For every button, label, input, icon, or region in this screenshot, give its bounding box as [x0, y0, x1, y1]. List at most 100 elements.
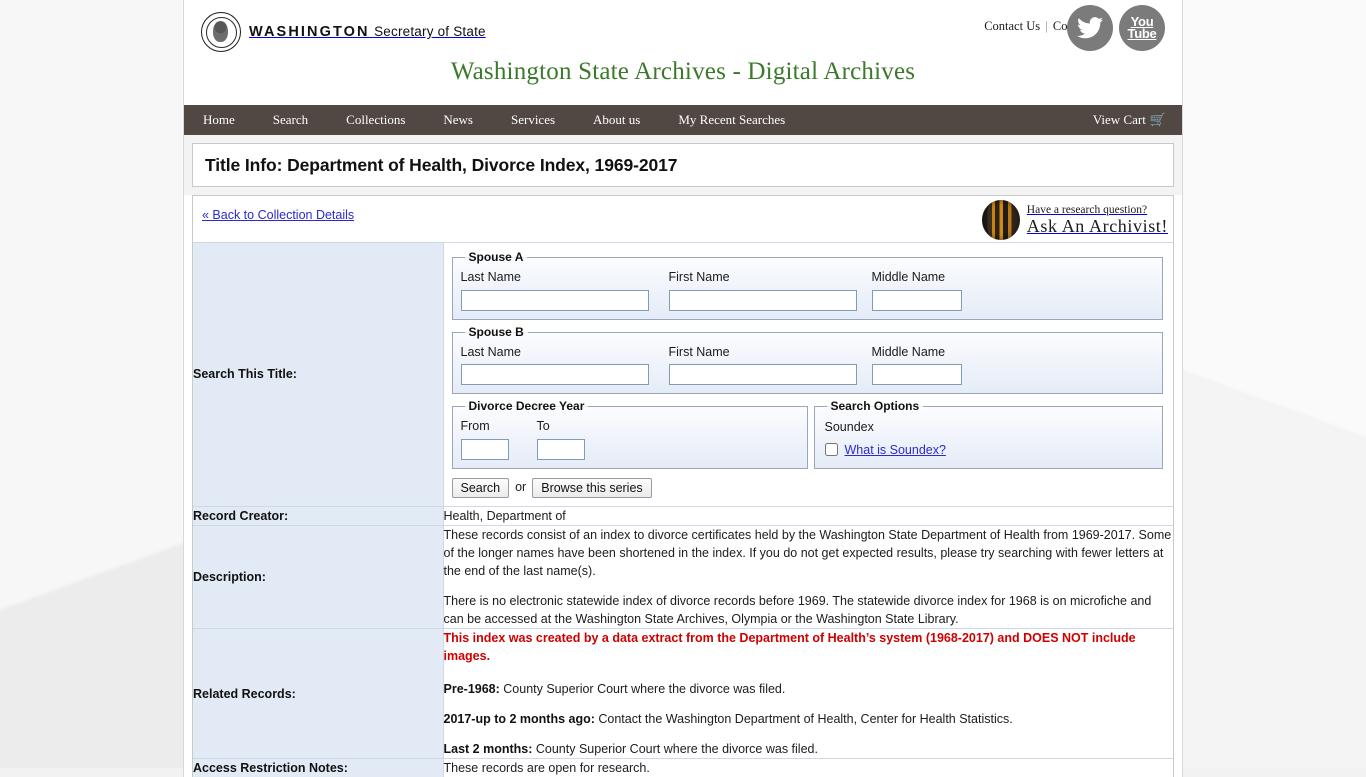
- related-records-item-1-bold: Pre-1968:: [443, 681, 500, 696]
- decree-year-to-label: To: [536, 419, 550, 434]
- description-label: Description:: [193, 524, 444, 629]
- search-options-legend: Search Options: [830, 399, 920, 414]
- related-records-item-1-text: County Superior Court where the divorce …: [499, 681, 786, 696]
- search-button-row: Search or Browse this series: [451, 477, 1164, 498]
- related-records-item-2-bold: 2017-up to 2 months ago:: [443, 711, 595, 726]
- spouse-a-legend: Spouse A: [468, 250, 524, 264]
- related-records-value: This index was created by a data extract…: [443, 628, 1174, 759]
- spouse-a-last-name-label: Last Name: [460, 270, 521, 285]
- ask-an-archivist-banner[interactable]: Have a research question? Ask An Archivi…: [981, 200, 1168, 240]
- decree-year-from-group: From: [460, 417, 529, 460]
- divorce-decree-year-legend: Divorce Decree Year: [468, 399, 585, 414]
- decree-year-from-label: From: [460, 419, 490, 434]
- content-card: « Back to Collection Details Have a rese…: [192, 195, 1174, 777]
- related-records-item-3-bold: Last 2 months:: [443, 741, 533, 756]
- spouse-b-last-name-input[interactable]: [460, 364, 649, 386]
- spouse-a-last-name-input[interactable]: [460, 289, 649, 311]
- social-links: You Tube: [1067, 5, 1165, 51]
- spouse-b-first-name-label: First Name: [668, 344, 730, 359]
- what-is-soundex-link[interactable]: What is Soundex?: [845, 441, 946, 459]
- twitter-link[interactable]: [1067, 5, 1113, 51]
- back-and-ask-row: « Back to Collection Details Have a rese…: [193, 196, 1173, 242]
- spouse-b-fields: Last Name First Name Middle Name: [460, 343, 1155, 386]
- decree-year-fields: From To: [460, 417, 799, 460]
- related-records-label: Related Records:: [193, 628, 444, 759]
- ask-an-archivist-text: Have a research question? Ask An Archivi…: [1027, 204, 1168, 236]
- spouse-b-first-name-group: First Name: [668, 343, 864, 386]
- spouse-a-first-name-input[interactable]: [668, 289, 857, 311]
- related-records-item-3-text: County Superior Court where the divorce …: [532, 741, 818, 756]
- lower-fieldset-row: Divorce Decree Year From To Search Optio…: [451, 398, 1164, 473]
- soundex-row: What is Soundex?: [824, 441, 1154, 459]
- nav-item-services[interactable]: Services: [492, 105, 574, 135]
- nav-item-my-recent-searches[interactable]: My Recent Searches: [659, 105, 804, 135]
- state-seal-icon: [201, 12, 241, 52]
- connect-separator: |: [1045, 19, 1048, 33]
- nav-item-collections[interactable]: Collections: [327, 105, 424, 135]
- search-button[interactable]: Search: [451, 477, 510, 498]
- site-header: WASHINGTON Secretary of State Contact Us…: [184, 0, 1182, 105]
- description-value: These records consist of an index to div…: [443, 524, 1173, 629]
- related-records-warning: This index was created by a data extract…: [443, 631, 1136, 664]
- spouse-a-fields: Last Name First Name Middle Name: [460, 268, 1155, 311]
- cart-icon: 🛒: [1149, 112, 1166, 127]
- record-creator-value: Health, Department of: [443, 505, 1173, 526]
- description-paragraph-2: There is no electronic statewide index o…: [443, 594, 1152, 627]
- spouse-a-fieldset: Spouse A Last Name First Name Middle Nam…: [451, 249, 1163, 320]
- page-title: Title Info: Department of Health, Divorc…: [205, 154, 678, 175]
- page-background-right: [1180, 0, 1366, 768]
- spouse-b-fieldset: Spouse B Last Name First Name Middle Nam…: [451, 323, 1163, 395]
- decree-year-from-input[interactable]: [460, 438, 509, 460]
- or-separator-text: or: [515, 480, 527, 495]
- view-cart-label: View Cart: [1092, 112, 1146, 127]
- soundex-checkbox[interactable]: [824, 443, 838, 457]
- decree-year-to-group: To: [536, 417, 585, 460]
- spouse-b-legend: Spouse B: [468, 324, 524, 339]
- logo-wordmark: WASHINGTON Secretary of State: [249, 24, 486, 40]
- related-records-item-2-text: Contact the Washington Department of Hea…: [594, 711, 1013, 726]
- spouse-a-first-name-group: First Name: [668, 268, 864, 311]
- spouse-b-first-name-input[interactable]: [668, 364, 857, 386]
- youtube-icon: You Tube: [1127, 15, 1157, 41]
- spouse-b-last-name-group: Last Name: [460, 343, 661, 386]
- title-info-table: Search This Title: Spouse A Last Name Fi: [193, 242, 1173, 777]
- table-row-description: Description: These records consist of an…: [193, 524, 1173, 629]
- related-records-item-1: Pre-1968: County Superior Court where th…: [444, 680, 1174, 698]
- table-row-related-records: Related Records: This index was created …: [193, 628, 1174, 759]
- nav-item-home[interactable]: Home: [184, 105, 254, 135]
- description-paragraph-1: These records consist of an index to div…: [443, 527, 1172, 578]
- spouse-b-middle-name-group: Middle Name: [871, 343, 962, 386]
- browse-this-series-button[interactable]: Browse this series: [532, 477, 652, 498]
- archives-books-icon: [981, 200, 1020, 240]
- page-title-region: Title Info: Department of Health, Divorc…: [184, 135, 1182, 187]
- logo-state-name: WASHINGTON: [249, 24, 370, 40]
- soundex-label: Soundex: [824, 420, 874, 435]
- youtube-icon-bottom: Tube: [1127, 26, 1157, 41]
- table-row-record-creator: Record Creator: Health, Department of: [193, 505, 1173, 526]
- spouse-a-first-name-label: First Name: [668, 270, 730, 285]
- nav-item-about-us[interactable]: About us: [574, 105, 659, 135]
- sos-logo[interactable]: WASHINGTON Secretary of State: [201, 12, 486, 52]
- spouse-a-middle-name-group: Middle Name: [871, 268, 962, 311]
- spouse-b-middle-name-input[interactable]: [871, 364, 962, 386]
- table-row-search-this-title: Search This Title: Spouse A Last Name Fi: [193, 242, 1173, 507]
- decree-year-to-input[interactable]: [536, 438, 585, 460]
- record-creator-label: Record Creator:: [193, 505, 444, 526]
- youtube-link[interactable]: You Tube: [1119, 5, 1165, 51]
- spouse-b-last-name-label: Last Name: [460, 344, 521, 359]
- logo-office-name: Secretary of State: [374, 24, 486, 39]
- contact-us-link[interactable]: Contact Us: [984, 19, 1040, 33]
- divorce-decree-year-fieldset: Divorce Decree Year From To: [451, 398, 808, 469]
- site-container: WASHINGTON Secretary of State Contact Us…: [183, 0, 1183, 777]
- spouse-a-middle-name-input[interactable]: [871, 289, 962, 311]
- nav-item-news[interactable]: News: [424, 105, 492, 135]
- view-cart-button[interactable]: View Cart 🛒: [1074, 105, 1174, 135]
- twitter-icon: [1077, 17, 1103, 39]
- back-to-collection-details-link[interactable]: « Back to Collection Details: [202, 208, 354, 222]
- related-records-item-3: Last 2 months: County Superior Court whe…: [444, 740, 1174, 758]
- search-this-title-value: Spouse A Last Name First Name Middle Nam…: [443, 242, 1173, 507]
- spouse-b-middle-name-label: Middle Name: [871, 344, 946, 359]
- ask-archivist-line: Ask An Archivist!: [1026, 216, 1168, 236]
- nav-item-search[interactable]: Search: [254, 105, 327, 135]
- title-spacer: [184, 187, 1182, 195]
